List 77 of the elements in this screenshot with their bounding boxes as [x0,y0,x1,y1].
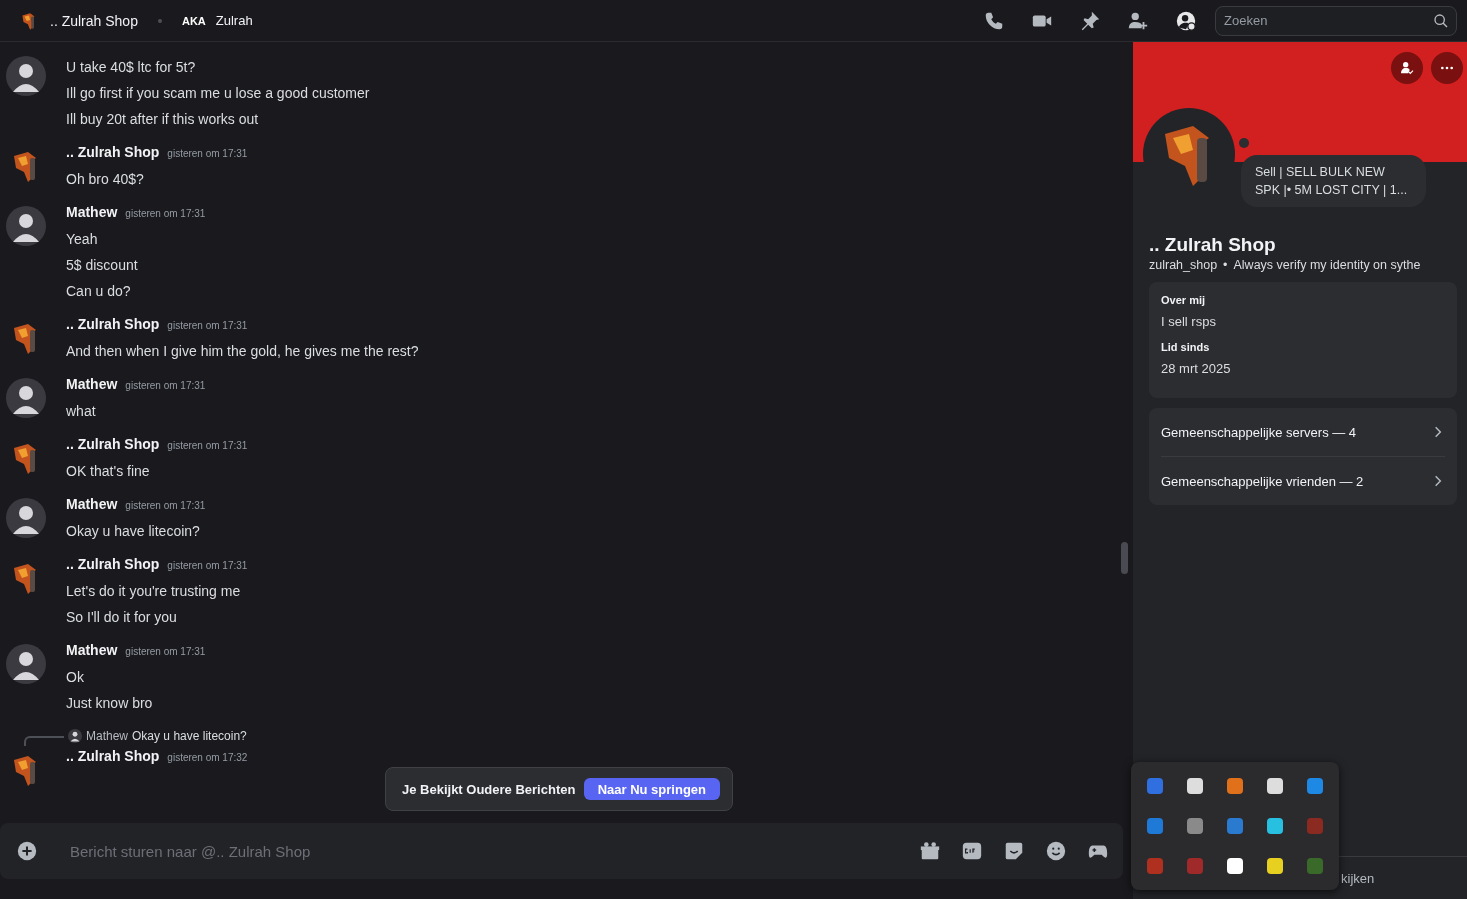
custom-status-bubble: Sell | SELL BULK NEW SPK |• 5M LOST CITY | 1... [1241,155,1426,207]
author-name[interactable]: Mathew [66,376,118,392]
reply-connector-line [24,736,64,746]
message-text: Can u do? [66,282,132,301]
older-messages-notice: Je Bekijkt Oudere Berichten [402,781,576,797]
profile-display-name: .. Zulrah Shop [1149,234,1277,256]
reply-author[interactable]: Mathew [86,729,129,743]
author-name[interactable]: .. Zulrah Shop [66,316,160,332]
author-name[interactable]: .. Zulrah Shop [66,556,160,572]
reply-text[interactable]: Okay u have litecoin? [132,729,247,743]
jump-to-present-button[interactable]: Naar Nu springen [583,778,720,800]
gif-icon[interactable] [961,840,983,862]
friend-status-button[interactable] [1391,52,1423,84]
tray-app-icon[interactable] [1266,817,1284,835]
timestamp: gisteren om 17:31 [125,500,206,511]
message-text: Ok [66,668,85,687]
person-check-icon [1399,60,1415,76]
message-text: U take 40$ ltc for 5t? [66,58,197,77]
person-avatar [6,498,46,538]
message-text: OK that's fine [66,462,151,481]
tray-app-icon[interactable] [1266,777,1284,795]
person-avatar [6,206,46,246]
person-avatar [6,56,46,96]
message-text: Ill buy 20t after if this works out [66,110,260,129]
mutuals-link[interactable]: Gemeenschappelijke vrienden — 2 [1161,457,1445,505]
search-icon[interactable] [1433,12,1449,29]
timestamp: gisteren om 17:31 [125,380,206,391]
message-composer[interactable]: Bericht sturen naar @.. Zulrah Shop [0,823,1123,879]
section-title: Over mij [1161,294,1207,306]
scrollbar-thumb[interactable] [1121,542,1128,574]
author-name[interactable]: .. Zulrah Shop [66,748,160,764]
user-profile-icon[interactable] [1175,9,1197,32]
timestamp: gisteren om 17:31 [125,646,206,657]
tray-app-icon[interactable] [1266,857,1284,875]
gift-icon[interactable] [919,840,941,862]
aka-label: AKA [181,14,206,27]
tray-app-icon[interactable] [1226,857,1244,875]
message-input[interactable]: Bericht sturen naar @.. Zulrah Shop [68,841,899,861]
message-text: Yeah [66,230,99,249]
author-name[interactable]: .. Zulrah Shop [66,436,160,452]
section-text: 28 mrt 2025 [1161,361,1232,376]
author-name[interactable]: .. Zulrah Shop [66,144,160,160]
message-text: Oh bro 40$? [66,170,145,189]
timestamp: gisteren om 17:32 [167,752,248,763]
timestamp: gisteren om 17:31 [167,440,248,451]
message-text: Ill go first if you scam me u lose a good customer [66,84,370,103]
message-text: Okay u have litecoin? [66,522,201,541]
sticker-icon[interactable] [1003,840,1025,862]
tray-app-icon[interactable] [1186,777,1204,795]
channel-title: .. Zulrah Shop [50,12,138,29]
profile-username: zulrah_shop [1149,258,1218,272]
mutuals-link[interactable]: Gemeenschappelijke servers — 4 [1161,408,1445,457]
message-text: Let's do it you're trusting me [66,582,242,601]
message-text: what [66,402,97,421]
author-name[interactable]: Mathew [66,204,118,220]
timestamp: gisteren om 17:31 [167,148,248,159]
timestamp: gisteren om 17:31 [167,560,248,571]
plus-icon[interactable] [16,840,38,862]
message-text: So I'll do it for you [66,608,178,627]
person-avatar [6,378,46,418]
message-text: And then when I give him the gold, he gives me the rest? [66,342,419,361]
message-text: 5$ discount [66,256,139,275]
search-field[interactable]: Zoeken [1215,5,1457,36]
profile-pronoun-note: Always verify my identity on sythe [1233,258,1421,272]
timestamp: gisteren om 17:31 [167,320,248,331]
pin-icon[interactable] [1079,9,1101,32]
author-name[interactable]: Mathew [66,496,118,512]
section-title: Lid sinds [1161,341,1211,353]
author-name[interactable]: Mathew [66,642,118,658]
person-avatar [68,729,82,743]
message-text: Just know bro [66,694,154,713]
timestamp: gisteren om 17:31 [125,208,206,219]
alias-name: Zulrah [215,13,253,28]
separator-dot: • [1223,258,1228,272]
section-text: I sell rsps [1161,314,1217,329]
person-avatar [6,644,46,684]
emoji-icon[interactable] [1045,840,1067,862]
